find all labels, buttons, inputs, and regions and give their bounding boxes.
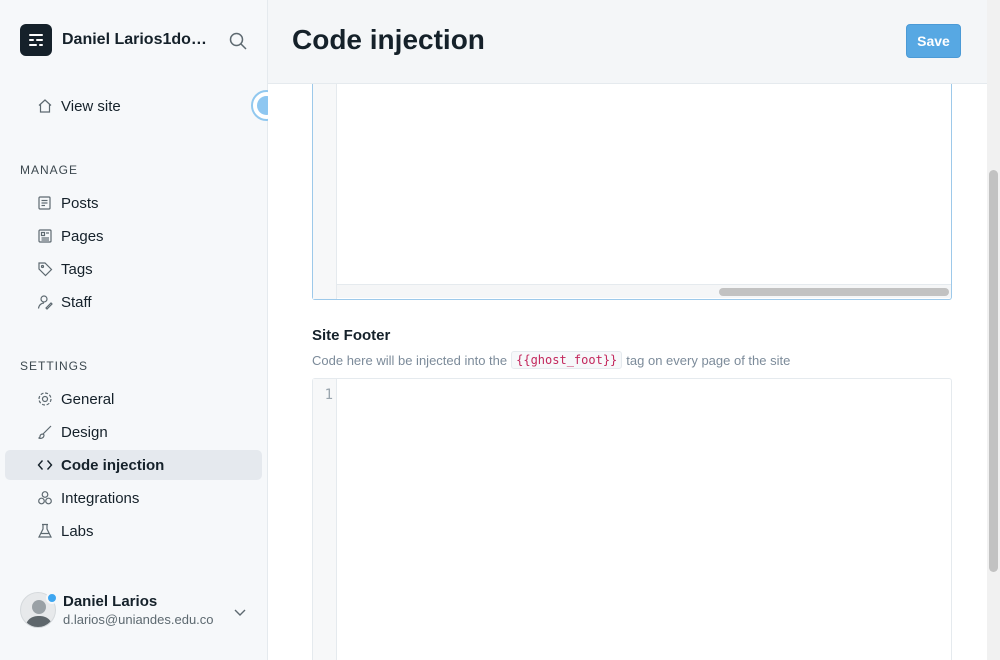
- brush-icon: [36, 423, 54, 441]
- sidebar-item-label: Pages: [61, 227, 104, 245]
- ghost-logo-icon: [20, 24, 52, 56]
- ghost-foot-code-tag: {{ghost_foot}}: [511, 351, 623, 369]
- settings-section-label: SETTINGS: [20, 359, 89, 373]
- sidebar-item-posts[interactable]: Posts: [5, 188, 262, 218]
- status-badge: [46, 592, 58, 604]
- user-email: d.larios@uniandes.edu.co: [63, 612, 214, 627]
- integrations-icon: [36, 489, 54, 507]
- sidebar-item-label: Integrations: [61, 489, 140, 507]
- sidebar-item-label: Tags: [61, 260, 93, 278]
- gear-icon: [36, 390, 54, 408]
- site-header-code-editor[interactable]: [312, 84, 952, 300]
- tag-icon: [36, 260, 54, 278]
- site-footer-label: Site Footer: [312, 327, 391, 344]
- brand[interactable]: Daniel Larios1dolarx...: [20, 24, 210, 56]
- sidebar-item-label: View site: [61, 97, 121, 115]
- editor-gutter: [313, 84, 337, 299]
- flask-icon: [36, 522, 54, 540]
- line-number: 1: [324, 387, 333, 403]
- editor-gutter: 1: [313, 379, 337, 660]
- sidebar-item-label: Labs: [61, 522, 94, 540]
- sidebar-item-tags[interactable]: Tags: [5, 254, 262, 284]
- sidebar-item-label: Posts: [61, 194, 99, 212]
- sidebar-item-design[interactable]: Design: [5, 417, 262, 447]
- sidebar-item-staff[interactable]: Staff: [5, 287, 262, 317]
- site-footer-description: Code here will be injected into the {{gh…: [312, 351, 791, 369]
- main-content: Site Footer Code here will be injected i…: [268, 0, 1000, 660]
- sidebar-item-label: General: [61, 390, 115, 408]
- page-header: Code injection Save: [268, 0, 988, 84]
- staff-icon: [36, 293, 54, 311]
- home-icon: [36, 97, 54, 115]
- manage-section-label: MANAGE: [20, 163, 79, 177]
- posts-icon: [36, 194, 54, 212]
- pages-icon: [36, 227, 54, 245]
- brand-name: Daniel Larios1dolarx...: [62, 31, 210, 48]
- code-icon: [36, 456, 54, 474]
- sidebar-item-integrations[interactable]: Integrations: [5, 483, 262, 513]
- sidebar-item-code-injection[interactable]: Code injection: [5, 450, 262, 480]
- sidebar-item-label: Staff: [61, 293, 92, 311]
- sidebar-item-label: Design: [61, 423, 108, 441]
- site-footer-code-editor[interactable]: 1: [312, 378, 952, 660]
- search-icon[interactable]: [228, 31, 248, 51]
- sidebar: Daniel Larios1dolarx... View site MANAGE…: [0, 0, 282, 660]
- horizontal-scrollbar-thumb[interactable]: [719, 288, 949, 296]
- sidebar-item-labs[interactable]: Labs: [5, 516, 262, 546]
- chevron-down-icon[interactable]: [232, 604, 248, 620]
- sidebar-item-general[interactable]: General: [5, 384, 262, 414]
- save-button[interactable]: Save: [906, 24, 961, 58]
- sidebar-item-pages[interactable]: Pages: [5, 221, 262, 251]
- page-title: Code injection: [292, 24, 485, 55]
- vertical-scrollbar-thumb[interactable]: [989, 170, 998, 572]
- sidebar-item-label: Code injection: [61, 456, 165, 474]
- user-name: Daniel Larios: [63, 593, 158, 610]
- sidebar-item-view-site[interactable]: View site: [5, 91, 262, 121]
